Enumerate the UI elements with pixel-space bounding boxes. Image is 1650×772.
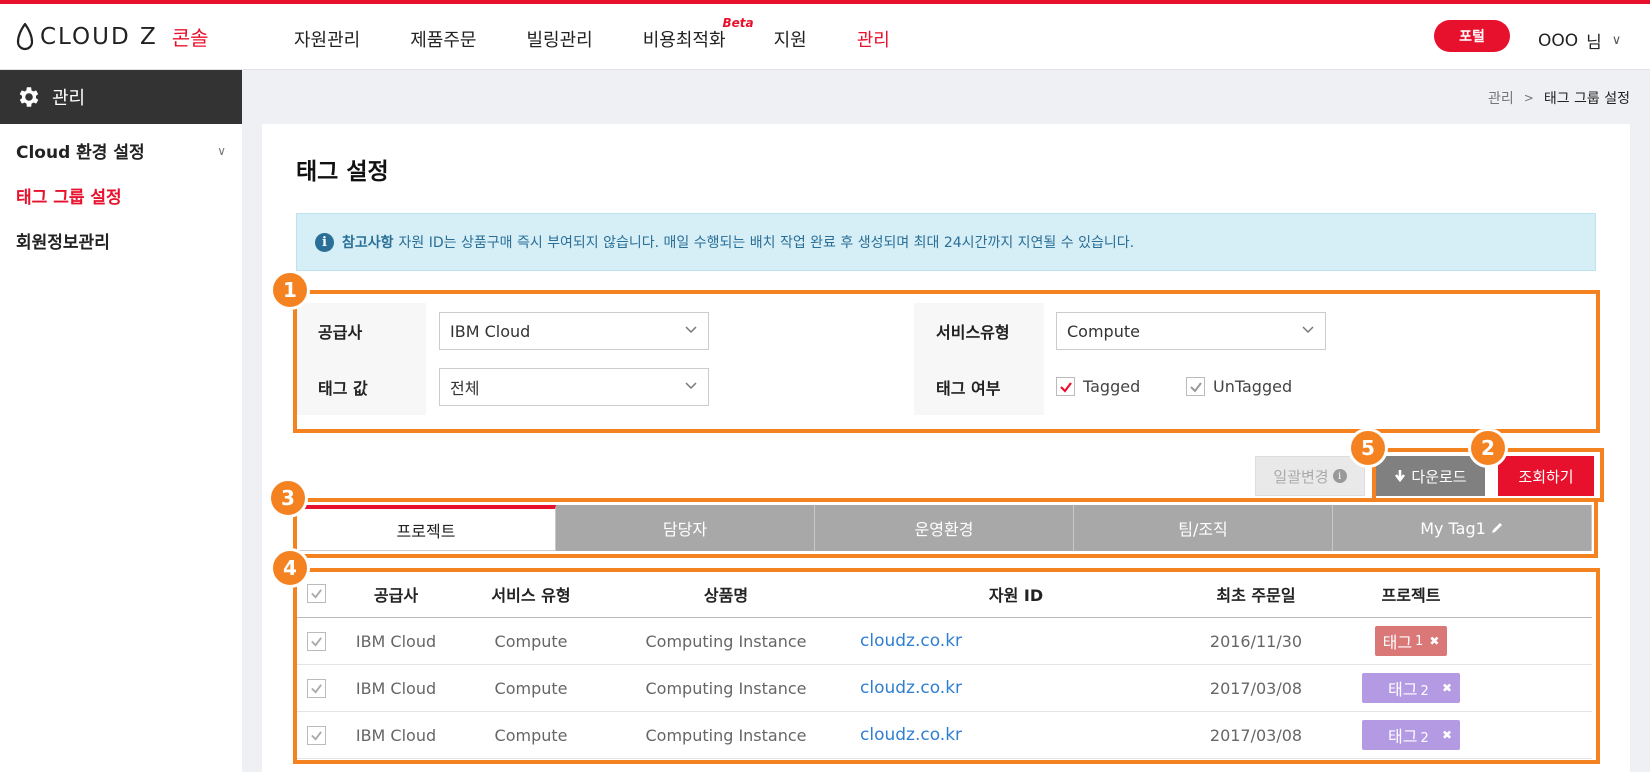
logo[interactable]: CLOUD Z 콘솔: [16, 22, 209, 51]
bulk-change-label: 일괄변경: [1273, 468, 1329, 486]
sidebar-item-label: 태그 그룹 설정: [16, 188, 122, 208]
annotation-box-table: [293, 568, 1600, 764]
portal-button[interactable]: 포털: [1434, 20, 1510, 52]
page-title: 태그 설정: [296, 159, 389, 185]
nav-item-admin[interactable]: 관리: [857, 26, 890, 52]
nav-item-billing[interactable]: 빌링관리: [527, 26, 593, 52]
nav-item-resources[interactable]: 자원관리: [294, 26, 360, 52]
annotation-badge: 4: [270, 548, 310, 588]
sidebar-item-member-info[interactable]: 회원정보관리: [0, 218, 242, 263]
nav-item-order[interactable]: 제품주문: [410, 26, 476, 52]
nav-item-support[interactable]: 지원: [774, 26, 807, 52]
gear-icon: [19, 87, 39, 107]
breadcrumb: 관리 > 태그 그룹 설정: [1488, 88, 1630, 108]
nav-item-cost-opt[interactable]: 비용최적화 Beta: [642, 16, 754, 52]
sidebar-item-cloud-env[interactable]: Cloud 환경 설정 ∨: [0, 128, 242, 173]
sidebar-item-label: 회원정보관리: [16, 233, 110, 253]
sidebar: 관리 Cloud 환경 설정 ∨ 태그 그룹 설정 회원정보관리: [0, 70, 242, 772]
logo-drop-icon: [16, 22, 34, 50]
chevron-down-icon: ∨: [1611, 33, 1622, 48]
notice-strong: 참고사항: [342, 235, 394, 251]
beta-badge: Beta: [722, 16, 754, 30]
info-icon: i: [1332, 469, 1347, 483]
user-suffix: 님: [1586, 33, 1602, 53]
annotation-badge: 5: [1348, 428, 1388, 468]
header: CLOUD Z 콘솔 자원관리 제품주문 빌링관리 비용최적화 Beta 지원 …: [0, 4, 1650, 70]
annotation-badge: 3: [268, 478, 308, 518]
bulk-change-button[interactable]: 일괄변경 i: [1255, 456, 1365, 496]
annotation-box-tabs: [293, 498, 1598, 558]
sidebar-item-tag-group[interactable]: 태그 그룹 설정: [0, 173, 242, 218]
notice-text: 자원 ID는 상품구매 즉시 부여되지 않습니다. 매일 수행되는 배치 작업 …: [398, 235, 1135, 251]
info-icon: i: [315, 232, 334, 252]
brand-name: CLOUD Z: [40, 23, 158, 50]
annotation-badge: 2: [1468, 428, 1508, 468]
chevron-right-icon: >: [1523, 91, 1534, 105]
user-menu[interactable]: OOO 님 ∨: [1538, 28, 1622, 54]
annotation-box-filter: [293, 290, 1600, 433]
breadcrumb-parent[interactable]: 관리: [1488, 88, 1514, 108]
global-nav: 자원관리 제품주문 빌링관리 비용최적화 Beta 지원 관리: [294, 16, 940, 52]
annotation-badge: 1: [270, 270, 310, 310]
sidebar-header: 관리: [0, 70, 242, 124]
sidebar-item-label: Cloud 환경 설정: [16, 143, 145, 163]
sidebar-title: 관리: [52, 88, 86, 109]
breadcrumb-current: 태그 그룹 설정: [1543, 91, 1630, 107]
chevron-down-icon: ∨: [217, 143, 226, 158]
user-name: OOO: [1538, 30, 1579, 51]
nav-item-cost-opt-label: 비용최적화: [642, 30, 726, 51]
notice-box: i 참고사항 자원 ID는 상품구매 즉시 부여되지 않습니다. 매일 수행되는…: [296, 213, 1596, 271]
brand-sub: 콘솔: [171, 26, 209, 50]
